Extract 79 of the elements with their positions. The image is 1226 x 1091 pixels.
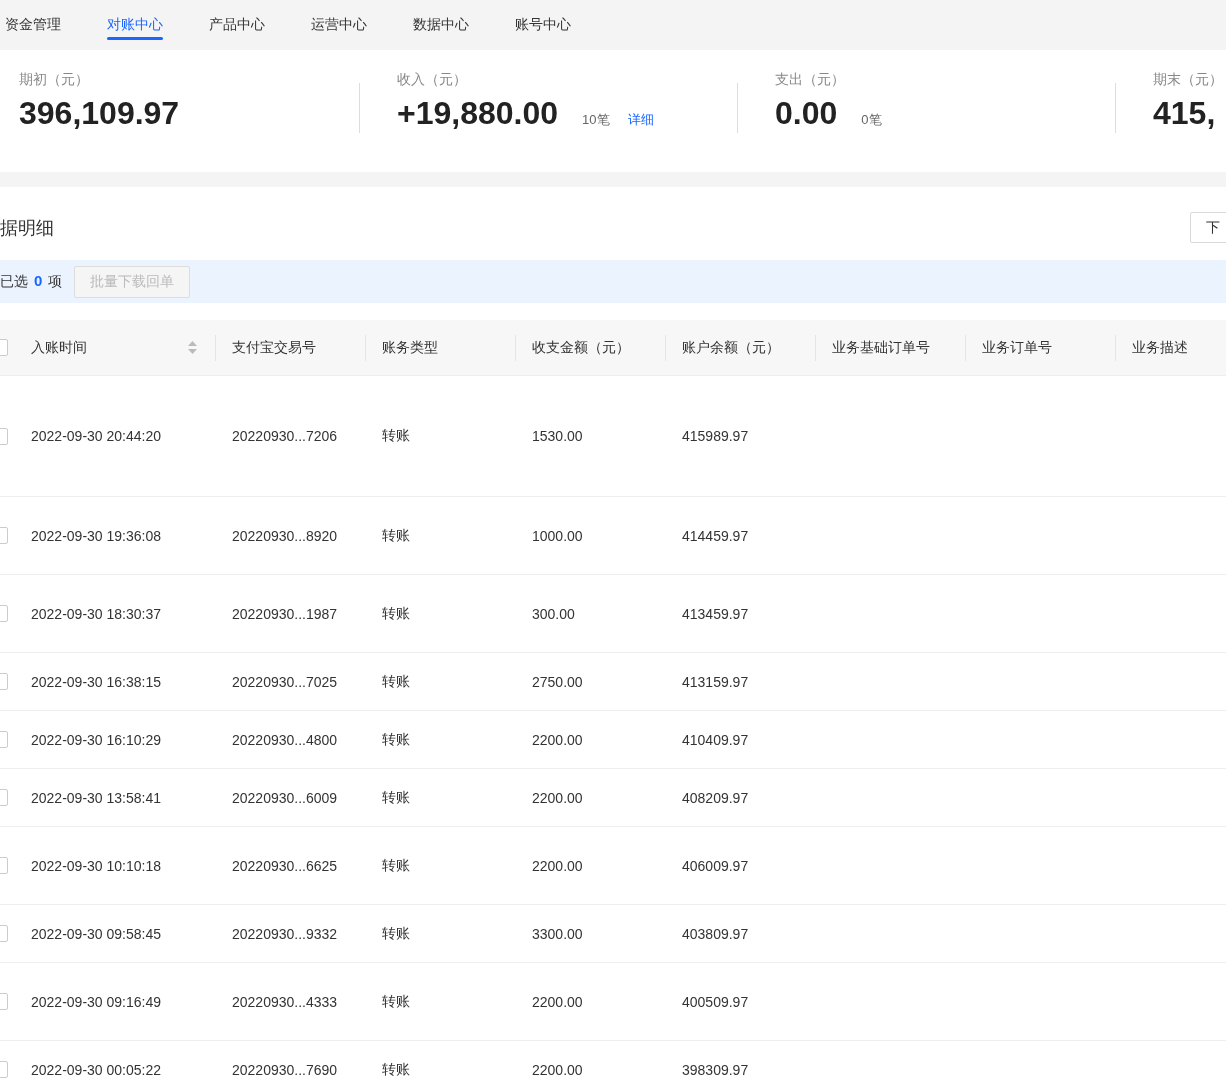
table-cell: 2750.00 xyxy=(532,673,583,690)
transaction-count: 0笔 xyxy=(861,111,882,129)
table-cell: 2022-09-30 10:10:18 xyxy=(31,857,161,874)
table-cell: 413459.97 xyxy=(682,605,749,622)
table-cell: 转账 xyxy=(382,924,410,941)
table-cell: 2022-09-30 19:36:08 xyxy=(31,527,161,544)
table-cell: 转账 xyxy=(382,992,410,1009)
table-cell: 400509.97 xyxy=(682,993,749,1010)
summary-label: 收入（元） xyxy=(397,71,468,89)
nav-tab[interactable]: 运营中心 xyxy=(311,0,367,50)
table-cell: 408209.97 xyxy=(682,789,749,806)
table-cell: 398309.97 xyxy=(682,1061,749,1078)
table-cell: 406009.97 xyxy=(682,857,749,874)
table-cell: 转账 xyxy=(382,427,410,443)
table-cell: 20220930...7206 xyxy=(232,428,338,444)
table-cell: 转账 xyxy=(382,672,410,689)
table-cell: 2200.00 xyxy=(532,731,583,748)
summary-label: 期末（元） xyxy=(1153,71,1224,89)
table-cell: 20220930...6009 xyxy=(232,789,338,806)
column-header: 账务类型 xyxy=(382,338,438,357)
table-cell: 415989.97 xyxy=(682,428,749,444)
table-cell: 转账 xyxy=(382,788,410,805)
table-cell: 转账 xyxy=(382,526,410,543)
table-cell: 413159.97 xyxy=(682,673,749,690)
column-header: 收支金额（元） xyxy=(532,338,630,357)
table-cell: 2200.00 xyxy=(532,857,583,874)
column-header: 支付宝交易号 xyxy=(232,338,316,357)
summary-amount: 0.00 xyxy=(775,95,838,132)
column-header: 业务基础订单号 xyxy=(832,338,930,357)
table-cell: 20220930...6625 xyxy=(232,857,338,874)
column-header: 业务订单号 xyxy=(982,338,1052,357)
summary-label: 支出（元） xyxy=(775,71,846,89)
table-cell: 403809.97 xyxy=(682,925,749,942)
summary-amount: 396,109.97 xyxy=(19,95,180,132)
table-cell: 410409.97 xyxy=(682,731,749,748)
selection-summary: 已选 0 项 xyxy=(0,272,63,291)
table-cell: 20220930...1987 xyxy=(232,605,338,622)
table-cell: 2200.00 xyxy=(532,789,583,806)
table-cell: 2022-09-30 00:05:22 xyxy=(31,1061,161,1078)
table-cell: 2022-09-30 16:10:29 xyxy=(31,731,161,748)
table-cell: 414459.97 xyxy=(682,527,749,544)
nav-tab[interactable]: 账号中心 xyxy=(515,0,571,50)
summary-amount: 415, xyxy=(1153,95,1216,132)
table-cell: 转账 xyxy=(382,730,410,747)
sort-icon[interactable] xyxy=(188,341,197,354)
table-cell: 2022-09-30 09:58:45 xyxy=(31,925,161,942)
summary-amount: +19,880.00 xyxy=(397,95,559,132)
table-cell: 转账 xyxy=(382,856,410,873)
table-cell: 20220930...7690 xyxy=(232,1061,338,1078)
table-cell: 转账 xyxy=(382,604,410,621)
column-header: 入账时间 xyxy=(31,338,87,357)
table-cell: 转账 xyxy=(382,1060,410,1077)
table-cell: 20220930...4800 xyxy=(232,731,338,748)
table-cell: 300.00 xyxy=(532,605,575,622)
section-title: 据明细 xyxy=(0,216,54,240)
nav-tab[interactable]: 数据中心 xyxy=(413,0,469,50)
table-cell: 2022-09-30 20:44:20 xyxy=(31,428,161,444)
table-cell: 1530.00 xyxy=(532,428,583,444)
nav-tab[interactable]: 资金管理 xyxy=(5,0,61,50)
table-cell: 2200.00 xyxy=(532,993,583,1010)
column-header: 账户余额（元） xyxy=(682,338,780,357)
transaction-count: 10笔 xyxy=(582,111,610,129)
nav-tab[interactable]: 对账中心 xyxy=(107,0,163,50)
detail-link[interactable]: 详细 xyxy=(627,111,654,129)
table-cell: 2022-09-30 16:38:15 xyxy=(31,673,161,690)
column-header: 业务描述 xyxy=(1132,338,1188,357)
table-cell: 2200.00 xyxy=(532,1061,583,1078)
table-cell: 20220930...8920 xyxy=(232,527,338,544)
table-cell: 2022-09-30 09:16:49 xyxy=(31,993,161,1010)
table-cell: 20220930...9332 xyxy=(232,925,338,942)
table-cell: 20220930...4333 xyxy=(232,993,338,1010)
table-cell: 2022-09-30 13:58:41 xyxy=(31,789,161,806)
download-button[interactable]: 下 xyxy=(1190,212,1226,243)
table-cell: 2022-09-30 18:30:37 xyxy=(31,605,161,622)
table-cell: 20220930...7025 xyxy=(232,673,338,690)
table-cell: 3300.00 xyxy=(532,925,583,942)
nav-tab[interactable]: 产品中心 xyxy=(209,0,265,50)
table-cell: 1000.00 xyxy=(532,527,583,544)
summary-label: 期初（元） xyxy=(19,71,90,89)
